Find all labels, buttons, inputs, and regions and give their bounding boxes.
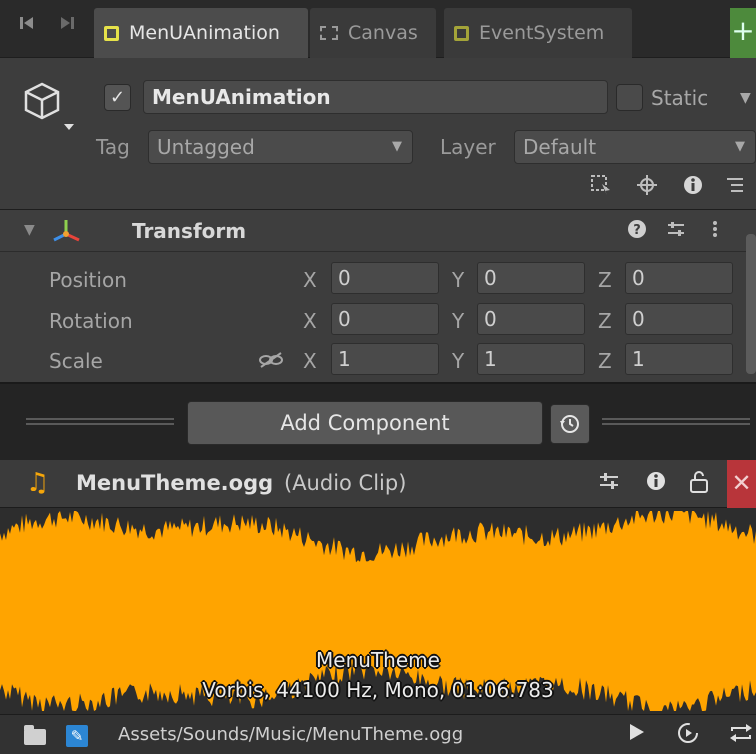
loop-icon[interactable] [728, 721, 754, 751]
tab-canvas[interactable]: Canvas [310, 8, 436, 58]
tab-eventsystem[interactable]: EventSystem [444, 8, 632, 58]
transform-icon [52, 218, 82, 249]
transform-component-header[interactable]: ▼ Transform ? [0, 210, 756, 252]
axis-y-label[interactable]: Y [452, 349, 464, 373]
select-icon[interactable] [590, 174, 612, 201]
divider [602, 418, 750, 425]
static-checkbox[interactable] [616, 84, 643, 111]
close-icon[interactable]: ✕ [727, 460, 756, 508]
transform-body: Position X 0 Y 0 Z 0 Rotation X 0 Y 0 Z … [0, 252, 756, 382]
axis-z-label[interactable]: Z [598, 268, 612, 292]
rotation-y-field[interactable]: 0 [477, 303, 585, 335]
rotation-x-field[interactable]: 0 [331, 303, 439, 335]
asset-path-bar: ✎ Assets/Sounds/Music/MenuTheme.ogg [0, 714, 756, 754]
gameobject-header: ✓ MenUAnimation Static ▼ Tag Untagged ▼ … [0, 58, 756, 210]
axis-x-label[interactable]: X [303, 349, 317, 373]
position-x-field[interactable]: 0 [331, 262, 439, 294]
tag-label: Tag [96, 135, 130, 159]
lock-icon[interactable] [688, 470, 710, 499]
chevron-down-icon: ▼ [392, 139, 402, 154]
step-back-icon[interactable] [18, 14, 36, 44]
chevron-down-icon[interactable]: ▼ [740, 90, 751, 106]
waveform-title: MenuTheme [316, 648, 440, 672]
clip-name: MenuTheme.ogg [76, 471, 274, 495]
history-button[interactable] [550, 404, 590, 444]
axis-z-label[interactable]: Z [598, 309, 612, 333]
add-component-button[interactable]: Add Component [187, 401, 543, 445]
inspector-scrollbar[interactable] [746, 234, 756, 374]
waveform-preview[interactable]: MenuTheme Vorbis, 44100 Hz, Mono, 01:06.… [0, 508, 756, 714]
tag-dropdown[interactable]: Untagged ▼ [148, 130, 413, 164]
axis-y-label[interactable]: Y [452, 309, 464, 333]
gameobject-name-field[interactable]: MenUAnimation [143, 80, 608, 114]
inspector-tab-bar: MenUAnimation Canvas EventSystem + [0, 0, 756, 58]
gameobject-icon [104, 25, 119, 41]
axis-y-label[interactable]: Y [452, 268, 464, 292]
add-component-bar: Add Component [0, 382, 756, 460]
axis-x-label[interactable]: X [303, 268, 317, 292]
edit-asset-icon[interactable]: ✎ [66, 725, 88, 747]
constrain-proportions-icon[interactable] [258, 350, 284, 375]
list-icon[interactable] [724, 174, 746, 201]
axis-z-label[interactable]: Z [598, 349, 612, 373]
axis-x-label[interactable]: X [303, 309, 317, 333]
rotation-label: Rotation [49, 309, 133, 333]
pivot-icon[interactable] [636, 174, 658, 201]
foldout-arrow-icon[interactable]: ▼ [24, 222, 35, 238]
asset-path: Assets/Sounds/Music/MenuTheme.ogg [118, 724, 464, 745]
info-icon[interactable] [645, 470, 667, 497]
presets-icon[interactable] [598, 470, 620, 497]
scale-z-field[interactable]: 1 [625, 343, 733, 375]
history-icon [560, 415, 579, 433]
canvas-icon [320, 26, 338, 40]
play-icon[interactable] [628, 721, 646, 749]
waveform-info: Vorbis, 44100 Hz, Mono, 01:06.783 [202, 678, 554, 702]
more-options-icon[interactable] [710, 219, 720, 244]
info-icon[interactable] [682, 174, 704, 201]
help-icon[interactable]: ? [627, 219, 647, 244]
clip-type: (Audio Clip) [284, 471, 407, 495]
scale-y-field[interactable]: 1 [477, 343, 585, 375]
tag-value: Untagged [157, 135, 255, 159]
autoplay-icon[interactable] [676, 721, 700, 751]
position-y-field[interactable]: 0 [477, 262, 585, 294]
presets-icon[interactable] [666, 219, 686, 244]
layer-value: Default [523, 135, 597, 159]
svg-text:?: ? [633, 223, 641, 238]
audio-clip-header: ♫ MenuTheme.ogg (Audio Clip) ✕ [0, 460, 756, 508]
tab-label: Canvas [348, 22, 418, 44]
layer-dropdown[interactable]: Default ▼ [514, 130, 756, 164]
divider [26, 418, 174, 425]
chevron-down-icon: ▼ [735, 139, 745, 154]
scale-x-field[interactable]: 1 [331, 343, 439, 375]
scale-label: Scale [49, 349, 103, 373]
add-tab-button[interactable]: + [730, 8, 756, 58]
gameobject-icon [454, 25, 469, 41]
step-forward-icon[interactable] [58, 14, 76, 44]
transform-title: Transform [132, 219, 247, 243]
folder-icon[interactable] [24, 725, 46, 745]
cube-icon[interactable] [22, 80, 78, 141]
position-label: Position [49, 268, 127, 292]
audio-note-icon: ♫ [26, 468, 50, 498]
layer-label: Layer [440, 135, 496, 159]
tab-label: MenUAnimation [129, 22, 280, 44]
static-label: Static [651, 86, 709, 110]
active-checkbox[interactable]: ✓ [104, 84, 131, 111]
tab-label: EventSystem [479, 22, 605, 44]
rotation-z-field[interactable]: 0 [625, 303, 733, 335]
position-z-field[interactable]: 0 [625, 262, 733, 294]
tab-menuanimation[interactable]: MenUAnimation [94, 8, 308, 58]
